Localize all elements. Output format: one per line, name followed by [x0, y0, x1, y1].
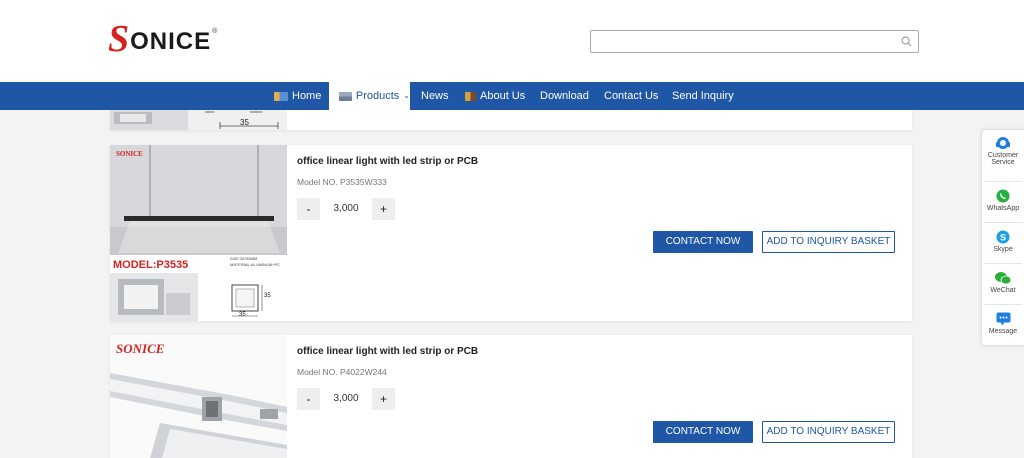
product-thumbnail-partial[interactable]: [110, 110, 287, 130]
nav-item-send-inquiry[interactable]: Send Inquiry: [672, 82, 734, 110]
quantity-stepper: - 3,000 +: [297, 198, 395, 220]
nav-item-contact[interactable]: Contact Us: [604, 82, 658, 110]
thumbnail-model: MODEL:P3535: [113, 259, 189, 271]
home-flag-icon: [274, 91, 288, 101]
divider: [984, 263, 1022, 264]
divider: [984, 181, 1022, 182]
search-input[interactable]: [591, 31, 891, 52]
nav-item-news[interactable]: News: [421, 82, 449, 110]
nav-label: Products: [355, 90, 400, 102]
nav-item-home[interactable]: Home: [274, 82, 321, 110]
site-header: S ONICE ®: [0, 0, 1024, 82]
divider: [984, 222, 1022, 223]
product-title[interactable]: office linear light with led strip or PC…: [297, 346, 478, 357]
svg-text:S: S: [1000, 233, 1006, 243]
product-thumbnail[interactable]: SONICE MODEL:P3535 SIZE:35*35MM MATERIAL…: [110, 145, 287, 321]
main-nav: Home Products ⌄ News About Us Download C…: [0, 82, 1024, 110]
quantity-input[interactable]: 3,000: [320, 388, 372, 410]
quantity-decrease-button[interactable]: -: [297, 198, 320, 220]
thumbnail-brand: SONICE: [116, 341, 165, 356]
side-label: Message: [988, 328, 1018, 335]
whatsapp-icon: [996, 189, 1010, 203]
dimension-label: 35: [240, 118, 249, 127]
wechat-icon: [995, 272, 1012, 285]
pendant-light-image: [110, 145, 287, 321]
quantity-input[interactable]: 3,000: [320, 198, 372, 220]
logo-text: ONICE: [130, 28, 212, 55]
quantity-increase-button[interactable]: +: [372, 198, 395, 220]
thumbnail-spec-1: SIZE:35*35MM: [230, 256, 258, 261]
side-item-whatsapp[interactable]: WhatsApp: [982, 189, 1024, 212]
nav-label: About Us: [480, 90, 526, 102]
logo-registered-mark: ®: [212, 28, 218, 35]
skype-icon: S: [996, 230, 1010, 244]
product-card: SONICE office linear light with led stri…: [110, 335, 912, 458]
nav-item-download[interactable]: Download: [540, 82, 589, 110]
contact-side-panel: Customer Service WhatsApp S Skype WeChat: [981, 129, 1024, 346]
nav-label: News: [421, 90, 449, 102]
nav-label: Home: [292, 90, 322, 102]
divider: [984, 304, 1022, 305]
quantity-stepper: - 3,000 +: [297, 388, 395, 410]
contact-now-button[interactable]: CONTACT NOW: [653, 231, 753, 253]
logo-letter-s: S: [108, 18, 130, 60]
add-to-inquiry-basket-button[interactable]: ADD TO INQUIRY BASKET: [762, 421, 895, 443]
product-card-partial: 35: [110, 110, 912, 130]
about-flag-icon: [465, 91, 476, 101]
product-thumbnail[interactable]: SONICE: [110, 335, 287, 458]
chevron-down-icon: ⌄: [403, 91, 410, 100]
thumbnail-spec-2: MATERIAL:ALUMINUM+PC: [230, 262, 281, 267]
quantity-decrease-button[interactable]: -: [297, 388, 320, 410]
side-item-skype[interactable]: S Skype: [982, 230, 1024, 253]
add-to-inquiry-basket-button[interactable]: ADD TO INQUIRY BASKET: [762, 231, 895, 253]
message-icon: [996, 312, 1010, 326]
product-title[interactable]: office linear light with led strip or PC…: [297, 156, 478, 167]
thumbnail-dim-b: 35: [239, 312, 246, 318]
nav-item-about[interactable]: About Us: [465, 82, 525, 110]
nav-label: Send Inquiry: [672, 90, 734, 102]
quantity-increase-button[interactable]: +: [372, 388, 395, 410]
thumbnail-brand: SONICE: [116, 150, 143, 158]
thumbnail-dim-a: 35: [264, 293, 271, 299]
side-label: Skype: [993, 246, 1013, 253]
site-logo[interactable]: S ONICE ®: [108, 18, 218, 60]
contact-now-button[interactable]: CONTACT NOW: [653, 421, 753, 443]
headset-icon: [996, 137, 1010, 149]
search-box: [590, 30, 919, 53]
nav-label: Download: [540, 90, 589, 102]
nav-label: Contact Us: [604, 90, 659, 102]
side-label: Customer: [987, 152, 1019, 159]
products-icon: [339, 91, 352, 101]
side-label: WhatsApp: [986, 205, 1020, 212]
product-model-number: Model NO. P4022W244: [297, 367, 387, 377]
product-model-number: Model NO. P3535W333: [297, 177, 387, 187]
side-label: WeChat: [990, 287, 1016, 294]
side-label: Service: [991, 159, 1015, 166]
product-card: SONICE MODEL:P3535 SIZE:35*35MM MATERIAL…: [110, 145, 912, 321]
side-item-wechat[interactable]: WeChat: [982, 271, 1024, 294]
nav-item-products[interactable]: Products ⌄: [329, 82, 410, 110]
side-item-customer-service[interactable]: Customer Service: [982, 136, 1024, 166]
search-icon[interactable]: [901, 36, 912, 47]
side-item-message[interactable]: Message: [982, 312, 1024, 335]
